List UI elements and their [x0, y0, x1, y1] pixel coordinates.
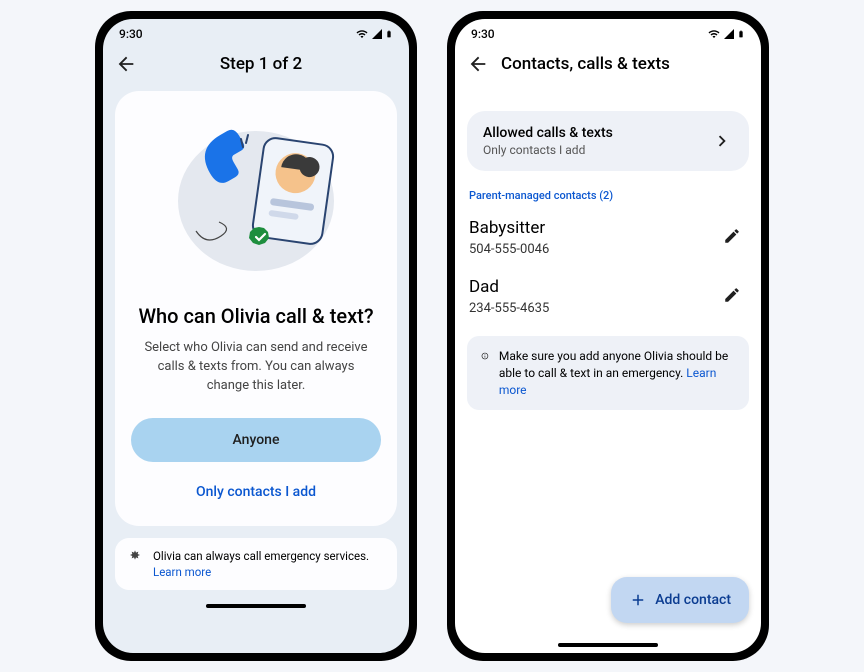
add-contact-label: Add contact	[655, 592, 731, 608]
contact-row: Dad 234-555-4635	[467, 267, 749, 326]
signal-icon	[723, 28, 735, 40]
emergency-icon	[127, 549, 143, 565]
emergency-note: Olivia can always call emergency service…	[115, 538, 397, 590]
setting-title: Allowed calls & texts	[483, 125, 613, 141]
plus-icon	[629, 591, 647, 609]
add-contact-button[interactable]: Add contact	[611, 577, 749, 623]
illustration	[131, 107, 381, 295]
step-label: Step 1 of 2	[149, 54, 397, 74]
battery-icon	[737, 28, 745, 40]
contact-row: Babysitter 504-555-0046	[467, 208, 749, 267]
back-icon[interactable]	[115, 53, 137, 75]
screen-1: 9:30 Step 1 of 2	[103, 19, 409, 653]
emergency-info: Make sure you add anyone Olivia should b…	[467, 336, 749, 410]
wifi-icon	[707, 28, 721, 40]
edit-contact-button[interactable]	[717, 221, 747, 255]
contact-name: Dad	[469, 277, 549, 297]
only-contacts-button[interactable]: Only contacts I add	[131, 478, 381, 506]
emergency-info-text: Make sure you add anyone Olivia should b…	[499, 348, 735, 398]
phone-frame-2: 9:30 Contacts, calls & texts Allowed cal…	[447, 11, 769, 661]
screen-2: 9:30 Contacts, calls & texts Allowed cal…	[455, 19, 761, 653]
header-2: Contacts, calls & texts	[455, 45, 761, 83]
edit-contact-button[interactable]	[717, 280, 747, 314]
info-icon	[481, 348, 489, 364]
status-bar: 9:30	[455, 19, 761, 45]
back-icon[interactable]	[467, 53, 489, 75]
section-label: Parent-managed contacts (2)	[467, 189, 749, 202]
wifi-icon	[355, 28, 369, 40]
phone-frame-1: 9:30 Step 1 of 2	[95, 11, 417, 661]
contact-number: 234-555-4635	[469, 301, 549, 316]
allowed-calls-setting[interactable]: Allowed calls & texts Only contacts I ad…	[467, 111, 749, 171]
status-time: 9:30	[119, 27, 143, 41]
battery-icon	[385, 28, 393, 40]
question-title: Who can Olivia call & text?	[131, 303, 381, 329]
header-1: Step 1 of 2	[103, 45, 409, 83]
chevron-right-icon	[711, 130, 733, 152]
main-card: Who can Olivia call & text? Select who O…	[115, 91, 397, 526]
pencil-icon	[723, 227, 741, 245]
contact-number: 504-555-0046	[469, 242, 549, 257]
status-time: 9:30	[471, 27, 495, 41]
page-title: Contacts, calls & texts	[501, 54, 670, 74]
pencil-icon	[723, 286, 741, 304]
nav-bar	[103, 598, 409, 614]
emergency-note-text: Olivia can always call emergency service…	[153, 548, 385, 580]
learn-more-link[interactable]: Learn more	[153, 565, 211, 579]
setting-subtitle: Only contacts I add	[483, 143, 613, 157]
status-icons	[355, 28, 393, 40]
nav-bar	[455, 637, 761, 653]
signal-icon	[371, 28, 383, 40]
status-icons	[707, 28, 745, 40]
content-area: Allowed calls & texts Only contacts I ad…	[455, 83, 761, 637]
status-bar: 9:30	[103, 19, 409, 45]
contact-name: Babysitter	[469, 218, 549, 238]
question-description: Select who Olivia can send and receive c…	[131, 339, 381, 396]
anyone-button[interactable]: Anyone	[131, 418, 381, 462]
